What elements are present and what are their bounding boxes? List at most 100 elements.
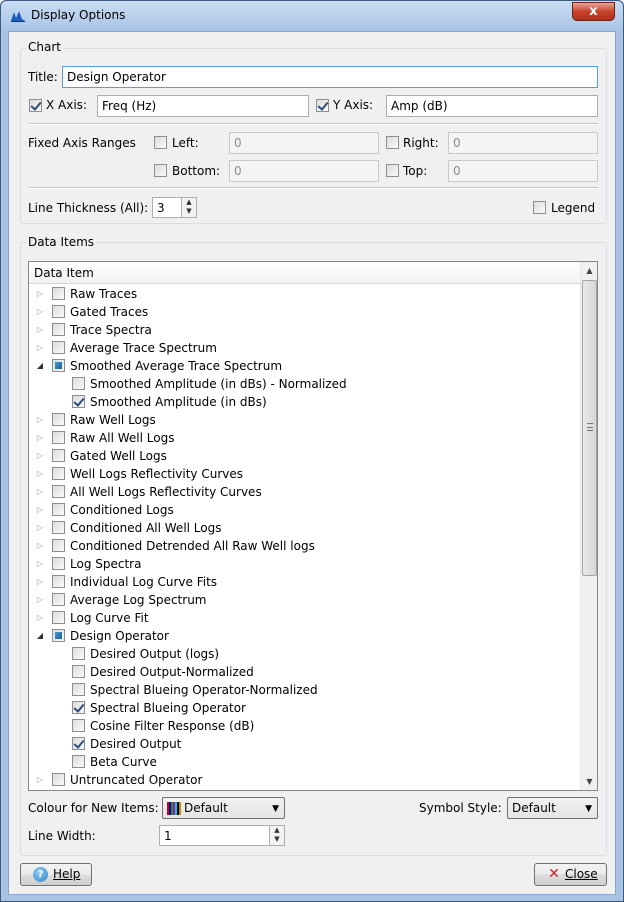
tree-row-checkbox[interactable] — [52, 323, 65, 336]
tree-row[interactable]: Smoothed Amplitude (in dBs) - Normalized — [29, 375, 580, 393]
symbol-style-combo[interactable]: Default ▼ — [507, 797, 598, 819]
title-bar[interactable]: Display Options x — [1, 1, 623, 31]
top-checkbox[interactable] — [386, 164, 399, 177]
tree-row-checkbox[interactable] — [72, 395, 85, 408]
tree-row-checkbox[interactable] — [52, 503, 65, 516]
tree-row[interactable]: Cosine Filter Response (dB) — [29, 717, 580, 735]
help-button[interactable]: ? Help — [20, 863, 92, 886]
colour-combo[interactable]: Default ▼ — [162, 797, 285, 819]
expanded-triangle-icon[interactable]: ◢ — [35, 357, 45, 375]
window-close-button[interactable]: x — [572, 2, 615, 21]
left-input[interactable]: 0 — [229, 132, 379, 154]
legend-checkbox[interactable] — [533, 201, 546, 214]
spin-down-icon[interactable]: ▼ — [270, 835, 284, 844]
scroll-up-icon[interactable]: ▲ — [581, 262, 597, 279]
tree-row[interactable]: Desired Output — [29, 735, 580, 753]
tree-row[interactable]: ▷ Log Curve Fit — [29, 609, 580, 627]
tree-row[interactable]: ▷ Conditioned All Well Logs — [29, 519, 580, 537]
collapsed-triangle-icon[interactable]: ▷ — [35, 411, 45, 429]
scroll-down-icon[interactable]: ▼ — [581, 773, 597, 790]
tree-row[interactable]: ▷ All Well Logs Reflectivity Curves — [29, 483, 580, 501]
tree-row-checkbox[interactable] — [72, 701, 85, 714]
y-axis-input[interactable]: Amp (dB) — [386, 95, 598, 117]
tree-row-checkbox[interactable] — [72, 719, 85, 732]
spin-up-icon[interactable]: ▲ — [270, 826, 284, 835]
tree-row[interactable]: Spectral Blueing Operator-Normalized — [29, 681, 580, 699]
tree-row-checkbox[interactable] — [52, 449, 65, 462]
tree-row[interactable]: ▷ Raw Well Logs — [29, 411, 580, 429]
tree-row-checkbox[interactable] — [72, 683, 85, 696]
y-axis-checkbox[interactable] — [316, 99, 329, 112]
tree-row-checkbox[interactable] — [72, 377, 85, 390]
left-checkbox[interactable] — [154, 136, 167, 149]
tree-row[interactable]: ▷ Trace Spectra — [29, 321, 580, 339]
tree-row[interactable]: ▷ Well Logs Reflectivity Curves — [29, 465, 580, 483]
tree-row-checkbox[interactable] — [52, 539, 65, 552]
tree-row[interactable]: ▷ Conditioned Logs — [29, 501, 580, 519]
tree-row-checkbox[interactable] — [72, 647, 85, 660]
tree-row[interactable]: ▷ Gated Traces — [29, 303, 580, 321]
chart-title-input[interactable]: Design Operator — [62, 66, 598, 88]
collapsed-triangle-icon[interactable]: ▷ — [35, 339, 45, 357]
collapsed-triangle-icon[interactable]: ▷ — [35, 447, 45, 465]
tree-row[interactable]: ▷ Raw All Well Logs — [29, 429, 580, 447]
scroll-thumb[interactable] — [582, 280, 597, 576]
tree-row[interactable]: ▷ Average Trace Spectrum — [29, 339, 580, 357]
collapsed-triangle-icon[interactable]: ▷ — [35, 303, 45, 321]
bottom-input[interactable]: 0 — [229, 160, 379, 182]
line-thickness-input[interactable]: 3 — [152, 197, 182, 218]
tree-row-checkbox[interactable] — [52, 611, 65, 624]
collapsed-triangle-icon[interactable]: ▷ — [35, 591, 45, 609]
top-input[interactable]: 0 — [448, 160, 598, 182]
collapsed-triangle-icon[interactable]: ▷ — [35, 519, 45, 537]
tree-row[interactable]: ▷ Gated Well Logs — [29, 447, 580, 465]
tree-row-checkbox[interactable] — [52, 413, 65, 426]
tree-row-checkbox[interactable] — [72, 665, 85, 678]
data-item-column-header[interactable]: Data Item — [29, 262, 580, 284]
collapsed-triangle-icon[interactable]: ▷ — [35, 537, 45, 555]
tree-row-checkbox[interactable] — [52, 467, 65, 480]
right-checkbox[interactable] — [386, 136, 399, 149]
tree-row-checkbox[interactable] — [52, 629, 65, 642]
collapsed-triangle-icon[interactable]: ▷ — [35, 321, 45, 339]
close-button[interactable]: ✕ Close — [534, 863, 607, 886]
tree-row-checkbox[interactable] — [52, 773, 65, 786]
tree-vertical-scrollbar[interactable]: ▲ ▼ — [580, 262, 597, 790]
expanded-triangle-icon[interactable]: ◢ — [35, 627, 45, 645]
tree-row-checkbox[interactable] — [52, 287, 65, 300]
tree-row-checkbox[interactable] — [52, 575, 65, 588]
tree-row[interactable]: ▷ Individual Log Curve Fits — [29, 573, 580, 591]
x-axis-checkbox[interactable] — [29, 99, 42, 112]
x-axis-input[interactable]: Freq (Hz) — [97, 95, 309, 117]
tree-row-checkbox[interactable] — [52, 341, 65, 354]
collapsed-triangle-icon[interactable]: ▷ — [35, 429, 45, 447]
collapsed-triangle-icon[interactable]: ▷ — [35, 501, 45, 519]
tree-row[interactable]: ▷ Untruncated Operator — [29, 771, 580, 789]
tree-row-checkbox[interactable] — [52, 557, 65, 570]
collapsed-triangle-icon[interactable]: ▷ — [35, 771, 45, 789]
data-items-tree[interactable]: Data Item ▷ Raw Traces ▷ Gated Traces ▷ Trace… — [28, 261, 598, 791]
tree-row[interactable]: ◢ Design Operator — [29, 627, 580, 645]
tree-row-checkbox[interactable] — [52, 485, 65, 498]
tree-row-checkbox[interactable] — [52, 431, 65, 444]
collapsed-triangle-icon[interactable]: ▷ — [35, 483, 45, 501]
spin-up-icon[interactable]: ▲ — [182, 198, 196, 207]
tree-row[interactable]: Desired Output (logs) — [29, 645, 580, 663]
tree-row[interactable]: ▷ Raw Traces — [29, 285, 580, 303]
tree-row[interactable]: Spectral Blueing Operator — [29, 699, 580, 717]
tree-row-checkbox[interactable] — [52, 521, 65, 534]
tree-row-checkbox[interactable] — [52, 305, 65, 318]
tree-row[interactable]: ▷ Conditioned Detrended All Raw Well logs — [29, 537, 580, 555]
tree-row-checkbox[interactable] — [72, 755, 85, 768]
tree-row-checkbox[interactable] — [52, 593, 65, 606]
spin-down-icon[interactable]: ▼ — [182, 207, 196, 216]
tree-row[interactable]: ▷ Log Spectra — [29, 555, 580, 573]
tree-row[interactable]: Beta Curve — [29, 753, 580, 771]
bottom-checkbox[interactable] — [154, 164, 167, 177]
line-width-input[interactable]: 1 — [159, 825, 270, 846]
collapsed-triangle-icon[interactable]: ▷ — [35, 573, 45, 591]
tree-row[interactable]: ▷ Average Log Spectrum — [29, 591, 580, 609]
line-thickness-spinner[interactable]: ▲ ▼ — [181, 197, 197, 218]
collapsed-triangle-icon[interactable]: ▷ — [35, 465, 45, 483]
collapsed-triangle-icon[interactable]: ▷ — [35, 555, 45, 573]
